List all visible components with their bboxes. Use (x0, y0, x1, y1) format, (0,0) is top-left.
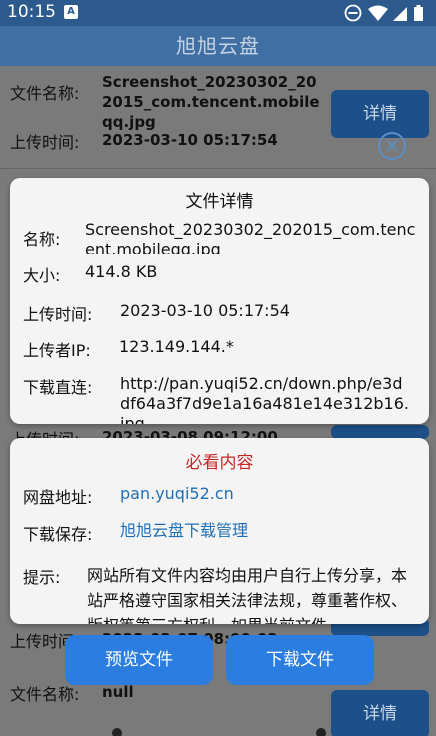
upload-time-label: 上传时间: (10, 133, 80, 152)
nav-dot (112, 728, 122, 736)
direct-link-value[interactable]: http://pan.yuqi52.cn/down.php/e3ddf64a3f… (120, 374, 410, 424)
file-details-dialog: 文件详情 名称: Screenshot_20230302_202015_com.… (10, 178, 429, 424)
size-label: 大小: (23, 266, 61, 285)
detail-button[interactable]: 详情 (331, 690, 429, 736)
detail-button[interactable]: 详情 (331, 90, 429, 138)
site-address-label: 网盘地址: (23, 488, 93, 507)
app-title-bar: 旭旭云盘 (0, 26, 436, 66)
list-divider (0, 168, 436, 169)
preview-file-button[interactable]: 预览文件 (65, 635, 213, 685)
must-read-dialog: 必看内容 网盘地址: pan.yuqi52.cn 下载保存: 旭旭云盘下载管理 … (10, 438, 429, 624)
battery-icon (414, 5, 423, 21)
file-name-label: 文件名称: (10, 84, 80, 103)
close-icon[interactable]: × (378, 132, 406, 160)
wifi-icon (368, 5, 388, 21)
upload-time-value: 2023-03-10 05:17:54 (120, 301, 290, 320)
size-value: 414.8 KB (85, 262, 158, 281)
status-bar: 10:15 A (0, 0, 436, 26)
download-manager-link[interactable]: 旭旭云盘下载管理 (120, 521, 248, 541)
signal-icon (393, 7, 407, 21)
file-name-value: Screenshot_20230302_202015_com.tencent.m… (102, 73, 320, 131)
site-address-link[interactable]: pan.yuqi52.cn (120, 484, 234, 504)
tip-text: 网站所有文件内容均由用户自行上传分享，本站严格遵守国家相关法律法规，尊重著作权、… (87, 566, 408, 624)
status-icons (344, 4, 423, 22)
nav-dot (316, 728, 326, 736)
file-name-label: 文件名称: (10, 685, 80, 704)
must-read-title: 必看内容 (185, 453, 254, 473)
do-not-disturb-icon (344, 4, 362, 22)
dialog-title: 文件详情 (185, 192, 254, 212)
notification-badge: A (64, 5, 78, 19)
download-save-label: 下载保存: (23, 525, 93, 544)
uploader-ip-value: 123.149.144.* (119, 337, 234, 356)
upload-time-value: 2023-03-10 05:17:54 (102, 131, 278, 149)
download-file-button[interactable]: 下载文件 (226, 635, 374, 685)
upload-time-label: 上传时间: (23, 305, 93, 324)
status-time: 10:15 (7, 2, 56, 22)
name-value: Screenshot_20230302_202015_com.tencent.m… (85, 220, 416, 254)
tip-label: 提示: (23, 568, 61, 587)
file-name-value: null (102, 683, 134, 701)
uploader-ip-label: 上传者IP: (23, 341, 91, 360)
direct-link-label: 下载直连: (23, 378, 93, 397)
name-label: 名称: (23, 230, 61, 249)
detail-button[interactable] (331, 425, 429, 439)
